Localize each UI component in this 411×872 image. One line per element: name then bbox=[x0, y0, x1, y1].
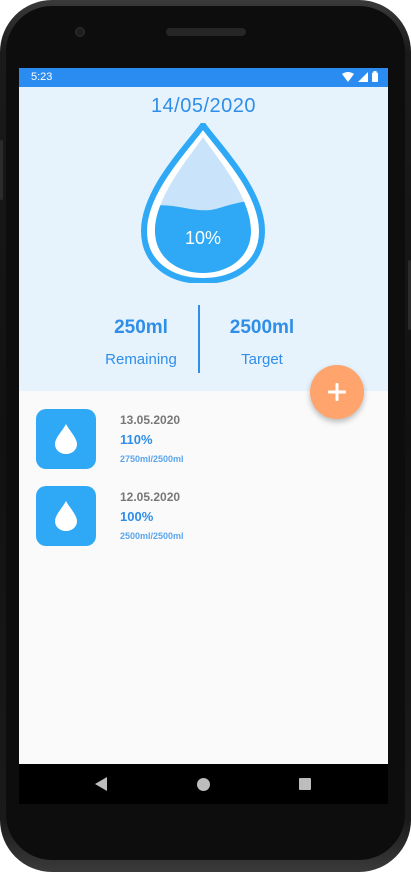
today-date: 14/05/2020 bbox=[150, 95, 257, 117]
water-drop-icon bbox=[55, 501, 77, 531]
history-tile bbox=[36, 409, 96, 469]
today-summary-panel: 14/05/2020 10% 250ml Remaining 2500ml Ta… bbox=[19, 87, 388, 391]
history-date: 13.05.2020 bbox=[120, 413, 181, 427]
front-camera bbox=[75, 27, 85, 37]
stats-divider bbox=[198, 305, 200, 373]
water-drop-graphic bbox=[140, 119, 266, 285]
nav-back-button[interactable] bbox=[91, 774, 111, 794]
wifi-icon bbox=[342, 71, 354, 82]
back-triangle-icon bbox=[95, 777, 107, 791]
status-bar: 5:23 bbox=[19, 68, 388, 87]
remaining-label: Remaining bbox=[105, 351, 177, 368]
history-amount: 2500ml/2500ml bbox=[120, 531, 184, 541]
app-screen: 5:23 14/05/2020 10% 250ml Remaining 2500… bbox=[19, 68, 388, 764]
target-value: 2500ml bbox=[229, 317, 295, 338]
history-percent: 110% bbox=[120, 432, 153, 447]
history-tile bbox=[36, 486, 96, 546]
water-progress-drop: 10% bbox=[138, 119, 268, 285]
today-percent: 10% bbox=[184, 228, 222, 248]
history-percent: 100% bbox=[120, 509, 154, 524]
target-stat: 2500ml Target bbox=[202, 317, 322, 368]
status-icons bbox=[342, 71, 378, 82]
nav-recents-button[interactable] bbox=[295, 774, 315, 794]
home-circle-icon bbox=[196, 777, 210, 791]
history-date: 12.05.2020 bbox=[120, 490, 181, 504]
recents-square-icon bbox=[299, 778, 311, 790]
history-item[interactable]: 13.05.2020 110% 2750ml/2500ml bbox=[36, 409, 376, 471]
remaining-value: 250ml bbox=[114, 317, 168, 338]
history-amount: 2750ml/2500ml bbox=[120, 454, 184, 464]
status-time: 5:23 bbox=[31, 71, 53, 83]
battery-icon bbox=[372, 71, 378, 82]
volume-button bbox=[0, 140, 3, 200]
water-drop-icon bbox=[55, 424, 77, 454]
nav-home-button[interactable] bbox=[193, 774, 213, 794]
signal-icon bbox=[358, 71, 368, 82]
plus-icon bbox=[328, 383, 346, 401]
earpiece-speaker bbox=[166, 28, 246, 36]
history-item[interactable]: 12.05.2020 100% 2500ml/2500ml bbox=[36, 486, 376, 548]
android-nav-bar bbox=[19, 764, 388, 804]
target-label: Target bbox=[241, 351, 283, 368]
remaining-stat: 250ml Remaining bbox=[81, 317, 201, 368]
